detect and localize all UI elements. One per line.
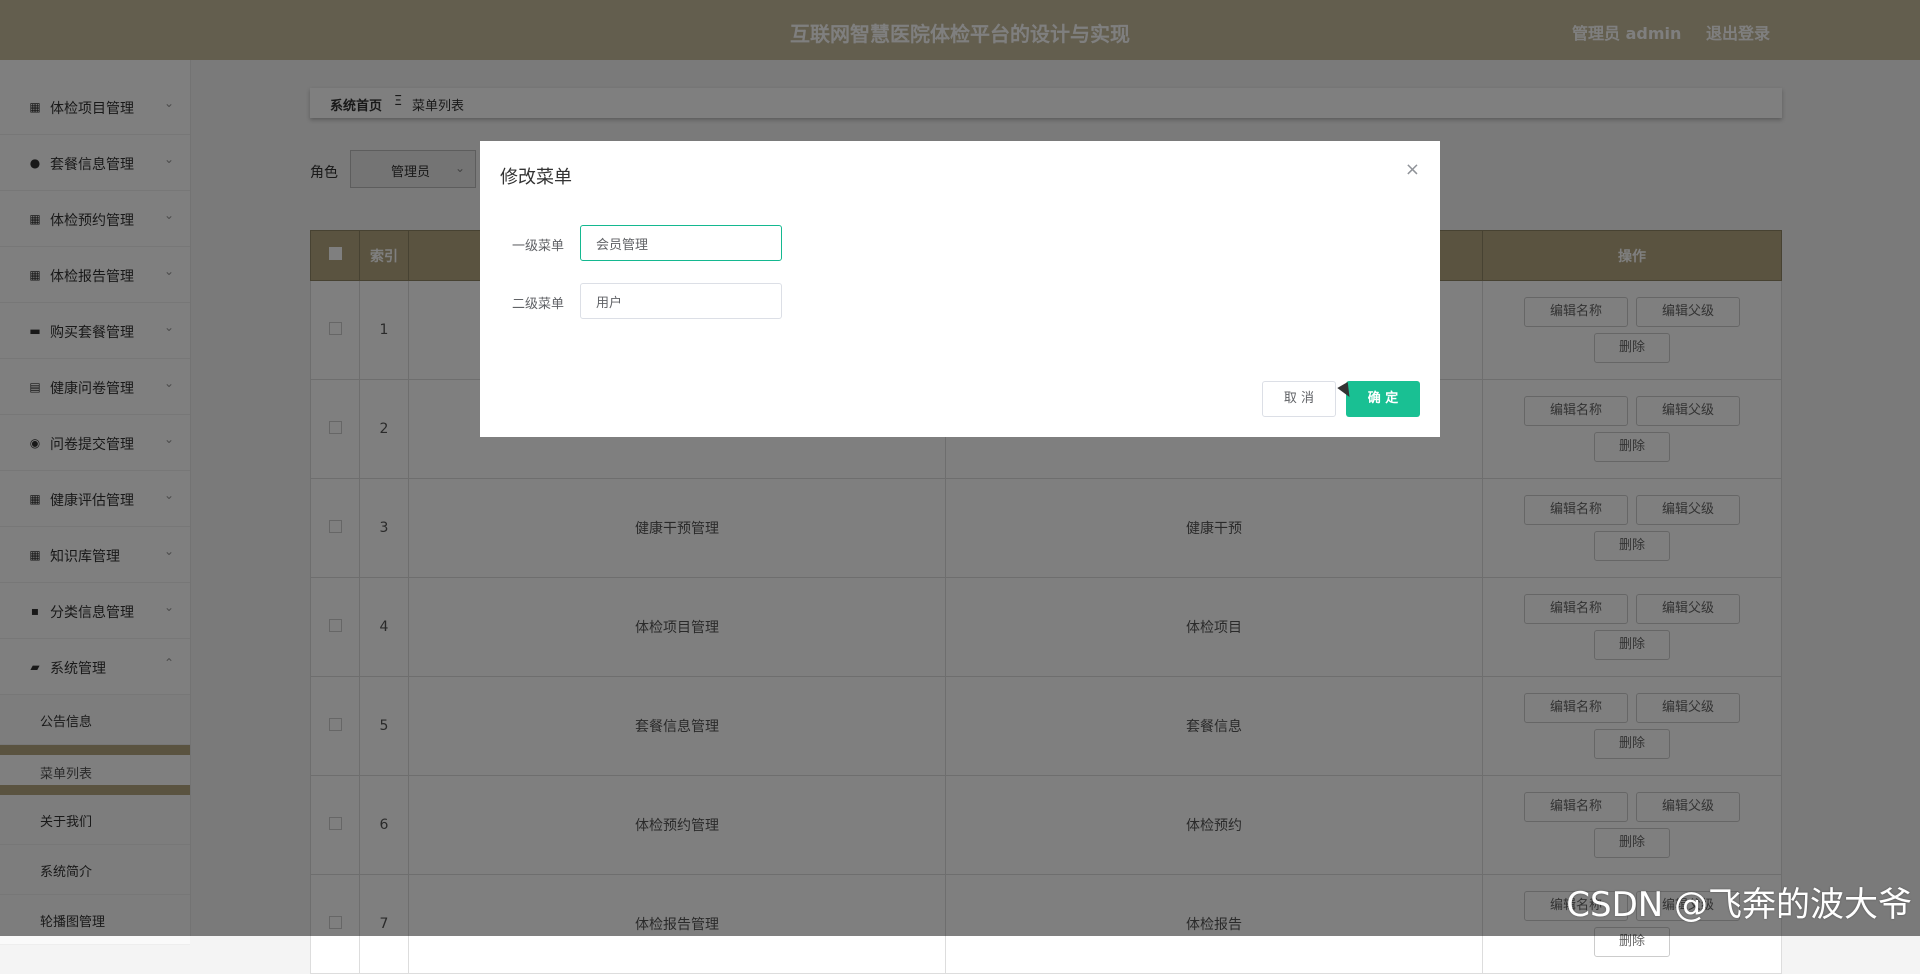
dialog-title: 修改菜单 <box>500 167 572 188</box>
primary-menu-label: 一级菜单 <box>512 239 565 254</box>
primary-menu-input[interactable] <box>580 225 782 261</box>
cancel-button[interactable]: 取 消 <box>1262 381 1336 417</box>
confirm-button[interactable]: 确 定 <box>1346 381 1420 417</box>
close-icon[interactable]: × <box>1405 159 1420 180</box>
secondary-menu-label: 二级菜单 <box>512 297 565 312</box>
secondary-menu-input[interactable] <box>580 283 782 319</box>
edit-menu-dialog: 修改菜单 × 一级菜单 二级菜单 取 消 确 定 <box>480 141 1440 437</box>
watermark: CSDN @飞奔的波大爷 <box>1566 885 1912 925</box>
